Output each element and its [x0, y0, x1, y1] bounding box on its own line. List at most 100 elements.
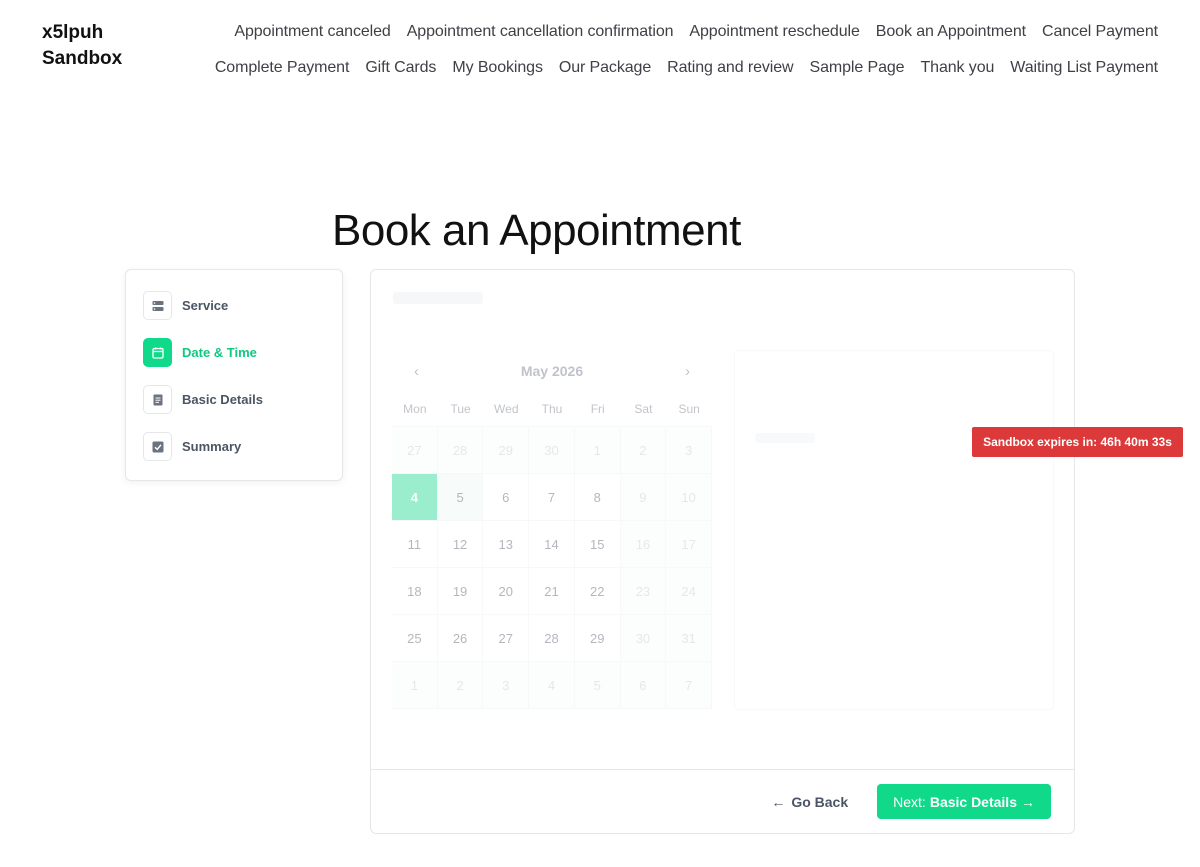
weekday-label: Mon: [403, 402, 427, 416]
nav-link-appointment-cancellation-confirmation[interactable]: Appointment cancellation confirmation: [407, 23, 674, 41]
weekday-label: Tue: [450, 402, 471, 416]
calendar-day[interactable]: 14: [529, 521, 575, 568]
calendar-icon: [143, 338, 172, 367]
nav-link-appointment-reschedule[interactable]: Appointment reschedule: [689, 23, 859, 41]
calendar-day: 30: [620, 615, 667, 662]
calendar-weekdays: Mon Tue Wed Thu Fri Sat Sun: [392, 392, 712, 426]
calendar-day: 29: [483, 427, 530, 474]
site-title[interactable]: x5lpuh Sandbox: [42, 20, 152, 72]
calendar-day: 3: [483, 662, 530, 709]
date-calendar: ‹ May 2026 › Mon Tue Wed Thu Fri Sat Sun 27 28 2…: [392, 350, 712, 710]
nav-link-gift-cards[interactable]: Gift Cards: [365, 59, 436, 77]
calendar-day[interactable]: 18: [392, 568, 438, 615]
nav-row-2: Complete Payment Gift Cards My Bookings Our…: [198, 50, 1158, 86]
calendar-day: 9: [620, 474, 667, 521]
step-label: Service: [182, 298, 229, 313]
calendar-day[interactable]: 25: [392, 615, 438, 662]
time-slots-panel: [734, 350, 1054, 710]
nav-link-book-an-appointment[interactable]: Book an Appointment: [876, 23, 1026, 41]
calendar-day: 16: [620, 521, 667, 568]
step-summary[interactable]: Summary: [143, 432, 325, 461]
sandbox-expiry-badge: Sandbox expires in: 46h 40m 33s: [972, 427, 1183, 457]
calendar-day[interactable]: 15: [574, 521, 621, 568]
go-back-label: Go Back: [791, 793, 849, 810]
nav-link-our-package[interactable]: Our Package: [559, 59, 651, 77]
calendar-day: 6: [620, 662, 667, 709]
calendar-month: May 2026: [520, 363, 584, 379]
calendar-day[interactable]: 27: [483, 615, 530, 662]
next-button[interactable]: Next: Basic Details →: [877, 784, 1051, 819]
calendar-day[interactable]: 20: [483, 568, 530, 615]
panel-footer: ← Go Back Next: Basic Details →: [371, 769, 1074, 833]
step-label: Basic Details: [182, 392, 263, 407]
calendar-day[interactable]: 7: [529, 474, 575, 521]
calendar-day[interactable]: 28: [529, 615, 575, 662]
nav-row-1: Appointment canceled Appointment cancella…: [198, 14, 1158, 50]
time-slots-placeholder: [755, 433, 815, 443]
nav-link-my-bookings[interactable]: My Bookings: [452, 59, 543, 77]
nav-link-sample-page[interactable]: Sample Page: [810, 59, 905, 77]
calendar-day[interactable]: 21: [529, 568, 575, 615]
calendar-day: 17: [666, 521, 712, 568]
calendar-header: ‹ May 2026 ›: [392, 350, 712, 392]
calendar-day: 2: [620, 427, 667, 474]
nav-link-complete-payment[interactable]: Complete Payment: [215, 59, 350, 77]
calendar-day[interactable]: 19: [437, 568, 484, 615]
weekday-label: Fri: [590, 402, 605, 416]
calendar-day[interactable]: 29: [574, 615, 621, 662]
calendar-grid: 27 28 29 30 1 2 3 4 5 6 7 8 9 10 11 12 13 14 15 16 17 18 19 20 2…: [392, 426, 712, 709]
nav-link-cancel-payment[interactable]: Cancel Payment: [1042, 23, 1158, 41]
check-square-icon: [143, 432, 172, 461]
chevron-right-icon[interactable]: ›: [685, 363, 690, 380]
calendar-day[interactable]: 13: [483, 521, 530, 568]
weekday-label: Wed: [494, 402, 519, 416]
step-label: Summary: [182, 439, 242, 454]
calendar-day: 2: [437, 662, 484, 709]
calendar-day: 10: [666, 474, 712, 521]
weekday-label: Sun: [678, 402, 700, 416]
step-basic-details[interactable]: Basic Details: [143, 385, 325, 414]
calendar-day[interactable]: 5: [437, 474, 484, 521]
calendar-day: 27: [392, 427, 438, 474]
primary-navigation: Appointment canceled Appointment cancella…: [198, 14, 1158, 86]
nav-link-rating-and-review[interactable]: Rating and review: [667, 59, 793, 77]
step-label: Date & Time: [182, 345, 257, 360]
nav-link-appointment-canceled[interactable]: Appointment canceled: [234, 23, 390, 41]
arrow-left-icon: ←: [771, 793, 786, 810]
calendar-day[interactable]: 8: [574, 474, 621, 521]
calendar-day[interactable]: 6: [483, 474, 530, 521]
weekday-label: Sat: [634, 402, 653, 416]
arrow-right-icon: →: [1021, 793, 1035, 810]
calendar-day: 4: [529, 662, 575, 709]
nav-link-thank-you[interactable]: Thank you: [920, 59, 994, 77]
calendar-day-selected[interactable]: 4: [392, 474, 438, 521]
booking-panel: ‹ May 2026 › Mon Tue Wed Thu Fri Sat Sun 27 28 2…: [370, 269, 1075, 834]
next-label: Basic Details: [929, 793, 1017, 810]
next-prefix: Next:: [893, 793, 926, 810]
calendar-day: 5: [574, 662, 621, 709]
calendar-day: 24: [666, 568, 712, 615]
calendar-day: 1: [392, 662, 438, 709]
calendar-day[interactable]: 22: [574, 568, 621, 615]
calendar-day: 7: [666, 662, 712, 709]
weekday-label: Thu: [541, 402, 563, 416]
calendar-day[interactable]: 26: [437, 615, 484, 662]
go-back-button[interactable]: ← Go Back: [771, 794, 848, 810]
step-date-time[interactable]: Date & Time: [143, 338, 325, 367]
nav-link-waiting-list-payment[interactable]: Waiting List Payment: [1010, 59, 1158, 77]
step-service[interactable]: Service: [143, 291, 325, 320]
calendar-day: 23: [620, 568, 667, 615]
booking-steps: Service Date & Time Basic Details Summary: [125, 269, 343, 481]
calendar-day[interactable]: 12: [437, 521, 484, 568]
chevron-left-icon[interactable]: ‹: [414, 363, 419, 380]
document-icon: [143, 385, 172, 414]
loading-placeholder: [393, 292, 483, 304]
calendar-day: 28: [437, 427, 484, 474]
calendar-day: 3: [666, 427, 712, 474]
calendar-day[interactable]: 11: [392, 521, 438, 568]
calendar-day: 1: [574, 427, 621, 474]
calendar-day: 31: [666, 615, 712, 662]
server-icon: [143, 291, 172, 320]
calendar-day: 30: [529, 427, 575, 474]
page-title: Book an Appointment: [332, 206, 741, 255]
